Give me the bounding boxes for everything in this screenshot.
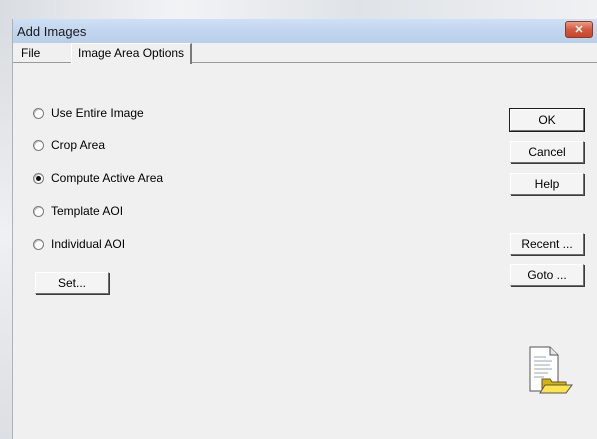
- document-folder-icon: [529, 346, 573, 394]
- tab-image-area-options[interactable]: Image Area Options: [71, 43, 193, 64]
- close-icon: ✕: [574, 24, 584, 36]
- option-label: Compute Active Area: [51, 171, 164, 185]
- radio-button[interactable]: [33, 107, 44, 119]
- tab-file[interactable]: File: [15, 44, 46, 64]
- title-bar[interactable]: Add Images ✕: [13, 19, 597, 43]
- radio-button[interactable]: [33, 238, 44, 250]
- tab-bar: File Image Area Options: [13, 43, 597, 64]
- option-template-aoi[interactable]: Template AOI: [33, 203, 123, 219]
- goto-button[interactable]: Goto ...: [510, 264, 584, 286]
- cancel-button[interactable]: Cancel: [510, 141, 584, 163]
- option-label: Use Entire Image: [51, 106, 144, 120]
- dialog-title: Add Images: [17, 24, 87, 39]
- set-button[interactable]: Set...: [35, 272, 109, 294]
- option-individual-aoi[interactable]: Individual AOI: [33, 236, 125, 252]
- option-label: Crop Area: [51, 138, 106, 152]
- radio-button[interactable]: [33, 205, 44, 217]
- recent-button[interactable]: Recent ...: [510, 233, 584, 255]
- radio-button[interactable]: [33, 139, 44, 151]
- help-button[interactable]: Help: [510, 173, 584, 195]
- radio-button-selected[interactable]: [33, 172, 44, 184]
- option-crop-area[interactable]: Crop Area: [33, 137, 105, 153]
- option-label: Individual AOI: [51, 237, 126, 251]
- option-label: Template AOI: [51, 204, 124, 218]
- desktop-background-left: [0, 30, 12, 439]
- option-use-entire-image[interactable]: Use Entire Image: [33, 105, 144, 121]
- ok-button[interactable]: OK: [509, 108, 585, 132]
- close-button[interactable]: ✕: [565, 21, 593, 38]
- option-compute-active-area[interactable]: Compute Active Area: [33, 170, 163, 186]
- add-images-dialog: Add Images ✕ File Image Area Options Use…: [12, 19, 597, 439]
